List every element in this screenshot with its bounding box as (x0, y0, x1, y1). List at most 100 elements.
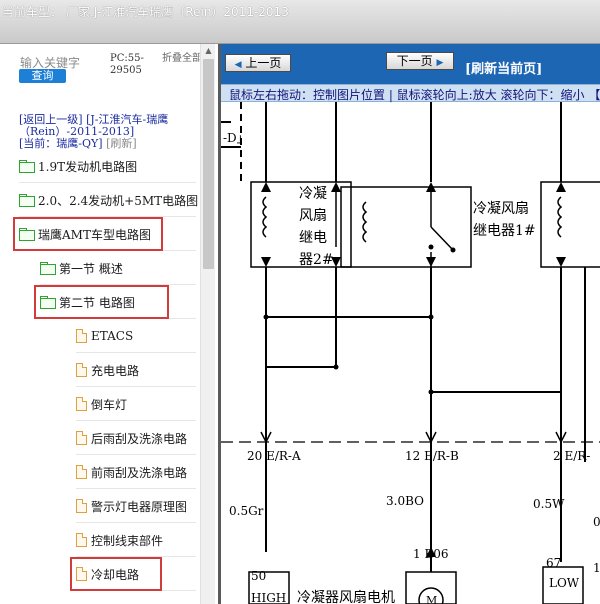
relay-1-box (340, 186, 472, 268)
nav-current: [当前：瑞鹰-QY] (19, 137, 103, 150)
arrowhead (556, 257, 566, 267)
scrollbar[interactable]: ▲ (200, 44, 215, 604)
relay-2-label-2: 风扇 (299, 208, 327, 224)
left-panel: 输入关键字 查询 PC:55-29505 折叠全部 [返回上一级] [J-江淮汽… (0, 44, 217, 604)
diagram-viewer: ◀ 上一页 下一页 ▶ [刷新当前页] 鼠标左右拖动：控制图片位置 | 鼠标滚轮… (218, 44, 600, 604)
folder-icon (19, 160, 35, 173)
folder-icon (19, 194, 35, 207)
divider (76, 488, 196, 489)
junction-dot (428, 314, 434, 320)
file-icon (76, 397, 87, 411)
coil (557, 196, 563, 238)
tree-item[interactable]: 第一节 概述 (40, 256, 123, 280)
low-label: LOW (549, 576, 580, 590)
tree-item-label: 前雨刮及洗涤电路 (91, 465, 188, 480)
tree-item[interactable]: 2.0、2.4发动机+5MT电路图 (19, 188, 198, 212)
arrowhead (426, 257, 436, 267)
coil (262, 196, 268, 238)
file-icon (76, 465, 87, 479)
arrowhead (261, 182, 271, 192)
pc-code: PC:55-29505 (110, 53, 144, 76)
tree-item[interactable]: 充电电路 (76, 358, 139, 382)
arrowhead (556, 182, 566, 192)
pin-50: 50 (251, 569, 266, 583)
divider (19, 182, 196, 183)
gauge-label-2: 3.0BO (386, 494, 424, 508)
wire-label-2: 12 E/R-B (405, 449, 459, 463)
pin-1: 1 (593, 561, 600, 575)
wiring-diagram[interactable]: -D」 冷凝 风扇 继电 器2# 冷凝风扇 继电器1# 20 E/R-A 12 … (221, 102, 600, 604)
tree-item[interactable]: 1.9T发动机电路图 (19, 154, 137, 178)
high-label: HIGH (251, 591, 286, 604)
motor-m-label: M (426, 594, 437, 604)
tree-item-label: 1.9T发动机电路图 (38, 159, 138, 174)
junction-dot (428, 389, 434, 395)
gauge-label-1: 0.5Gr (229, 504, 264, 518)
info-bar: 鼠标左右拖动：控制图片位置 | 鼠标滚轮向上:放大 滚轮向下：缩小 【 (221, 84, 600, 102)
title-bar: 当前车型： 厂家:J-江淮汽车瑞鹰（Rein）2011-2013 (0, 0, 600, 44)
refresh-page-button[interactable]: [刷新当前页] (465, 58, 542, 77)
tree-item[interactable]: 前雨刮及洗涤电路 (76, 460, 187, 484)
highlight-box (34, 285, 169, 319)
tree-item-label: 充电电路 (91, 363, 140, 378)
scroll-up-arrow-icon[interactable]: ▲ (201, 44, 216, 58)
tree-item[interactable]: 倒车灯 (76, 392, 127, 416)
pin-67: 67 (546, 556, 561, 570)
junction-dot (428, 244, 434, 250)
arrowhead (331, 182, 341, 192)
tree-item[interactable]: 控制线束部件 (76, 528, 163, 552)
tree-item-label: 警示灯电器原理图 (91, 499, 188, 514)
breadcrumb: [返回上一级] [J-江淮汽车-瑞鹰（Rein）-2011-2013] [当前：… (19, 114, 199, 150)
coil (362, 201, 368, 243)
divider (76, 522, 196, 523)
arrowhead (261, 257, 271, 267)
current-model-text: 当前车型： 厂家:J-江淮汽车瑞鹰（Rein）2011-2013 (2, 5, 289, 19)
divider (76, 454, 196, 455)
file-icon (76, 363, 87, 377)
switch-arm (430, 226, 454, 251)
tree-item-label: 控制线束部件 (91, 533, 164, 548)
connector-e06: 1 E06 (413, 547, 448, 561)
folder-icon (40, 262, 56, 275)
divider (76, 420, 196, 421)
relay-2-label-4: 器2# (299, 252, 334, 268)
relay-2-label-3: 继电 (299, 230, 327, 246)
next-page-button[interactable]: 下一页 ▶ (386, 52, 454, 70)
fan-motor-label: 冷凝器风扇电机 (297, 590, 395, 604)
pin-0: 0 (593, 515, 600, 529)
search-button[interactable]: 查询 (19, 69, 66, 83)
arrow-right-icon: ▶ (436, 58, 444, 68)
tree-item-label: 倒车灯 (91, 397, 128, 412)
file-icon (76, 431, 87, 445)
collapse-all-button[interactable]: 折叠全部 (162, 53, 202, 65)
prev-page-button[interactable]: ◀ 上一页 (225, 54, 291, 72)
file-icon (76, 499, 87, 513)
file-icon (76, 329, 87, 343)
junction-dot (333, 364, 339, 370)
d-tag: -D」 (223, 131, 249, 145)
info-text: 鼠标左右拖动：控制图片位置 | 鼠标滚轮向上:放大 滚轮向下：缩小 【 (229, 88, 600, 102)
arrow-left-icon: ◀ (234, 60, 242, 70)
viewer-toolbar: ◀ 上一页 下一页 ▶ [刷新当前页] (221, 44, 600, 84)
highlight-box (70, 557, 162, 591)
junction-dot (263, 314, 269, 320)
junction-dot (450, 247, 456, 253)
tree-item[interactable]: 后雨刮及洗涤电路 (76, 426, 187, 450)
tree-item-label: 2.0、2.4发动机+5MT电路图 (38, 193, 199, 208)
tree-item[interactable]: 警示灯电器原理图 (76, 494, 187, 518)
relay-2-label-1: 冷凝 (299, 186, 327, 202)
tree-item-label: ETACS (91, 329, 134, 343)
divider (76, 386, 196, 387)
gauge-label-3: 0.5W (533, 497, 565, 511)
file-icon (76, 533, 87, 547)
wire-label-3: 2 E/R- (553, 449, 590, 463)
nav-refresh-link[interactable]: [刷新] (106, 137, 137, 150)
scroll-thumb[interactable] (203, 59, 214, 269)
relay-1-label-1: 冷凝风扇 (473, 201, 529, 217)
wire-label-1: 20 E/R-A (247, 449, 301, 463)
tree-item[interactable]: ETACS (76, 324, 133, 348)
tree-item-label: 第一节 概述 (59, 261, 123, 276)
relay-1-label-2: 继电器1# (473, 223, 536, 239)
relay-3-box (540, 181, 600, 268)
divider (76, 352, 196, 353)
